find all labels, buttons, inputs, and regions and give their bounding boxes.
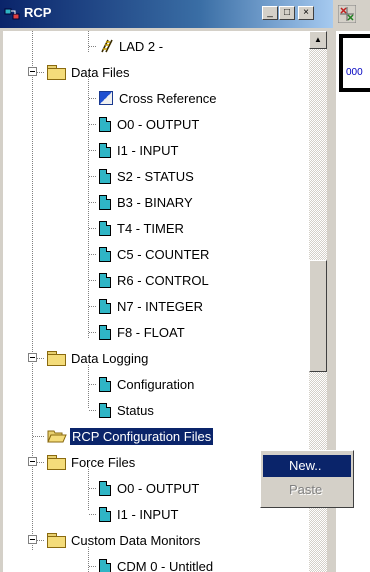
title-bar[interactable]: RCP _ □ × [0,0,333,28]
close-button[interactable]: × [298,6,314,20]
rung-box [339,34,370,92]
tree-item-label: Cross Reference [119,90,217,106]
tree-item-force-files[interactable]: Force Files [28,451,135,473]
tree-item-cdm-0-untitled[interactable]: CDM 0 - Untitled [89,555,213,572]
tree-item-cross-reference[interactable]: Cross Reference [89,87,217,109]
tree-item-n7-integer[interactable]: N7 - INTEGER [89,295,203,317]
scrollbar-thumb[interactable] [309,260,327,372]
tree-item-r6-control[interactable]: R6 - CONTROL [89,269,209,291]
cross-reference-icon [99,91,113,105]
tree-item-label: Status [117,402,154,418]
data-file-icon [99,168,111,184]
tree-item-configuration[interactable]: Configuration [89,373,194,395]
tree-item-label: Configuration [117,376,195,392]
tree-item-label: F8 - FLOAT [117,324,185,340]
tree-item-b3-binary[interactable]: B3 - BINARY [89,191,193,213]
tree-item-custom-data-monitors[interactable]: Custom Data Monitors [28,529,200,551]
tree-item-label: Custom Data Monitors [71,532,201,548]
data-file-icon [99,298,111,314]
tree-item-s2-status[interactable]: S2 - STATUS [89,165,194,187]
tree-item-data-files[interactable]: Data Files [28,61,130,83]
data-file-icon [99,558,111,572]
tree-item-t4-timer[interactable]: T4 - TIMER [89,217,184,239]
tree-connector [32,31,33,551]
tree-item-i1-input[interactable]: I1 - INPUT [89,139,178,161]
rung-number: 000 [346,67,363,78]
rcp-app-icon [4,8,20,20]
tree-item-label: C5 - COUNTER [117,246,210,262]
minimize-button[interactable]: _ [262,6,278,20]
tree-item-label: N7 - INTEGER [117,298,203,314]
tree-item-label: LAD 2 - [119,38,164,54]
tree-item-force-o0-output[interactable]: O0 - OUTPUT [89,477,199,499]
folder-icon [47,533,66,548]
folder-icon [47,65,66,80]
collapse-toggle-icon[interactable] [28,67,37,76]
data-file-icon [99,272,111,288]
context-menu-new[interactable]: New.. [263,455,351,477]
open-folder-icon [47,430,67,443]
data-file-icon [99,142,111,158]
data-file-icon [99,116,111,132]
maximize-button[interactable]: □ [279,6,295,20]
data-file-icon [99,480,111,496]
tree-item-data-logging[interactable]: Data Logging [28,347,148,369]
folder-icon [47,455,66,470]
data-file-icon [99,220,111,236]
data-file-icon [99,402,111,418]
tree-item-label: T4 - TIMER [117,220,184,236]
data-file-icon [99,324,111,340]
tree-item-lad-2[interactable]: LAD 2 - [89,35,163,57]
ladder-window-icon [338,5,356,23]
ladder-icon [101,39,113,53]
tree-item-label: Data Files [71,64,130,80]
data-file-icon [99,194,111,210]
folder-icon [47,351,66,366]
collapse-toggle-icon[interactable] [28,535,37,544]
window-title: RCP [24,5,52,20]
data-file-icon [99,376,111,392]
scroll-up-arrow-icon[interactable]: ▲ [309,31,327,49]
tree-item-label: CDM 0 - Untitled [117,558,214,572]
tree-item-label: Data Logging [71,350,149,366]
collapse-toggle-icon[interactable] [28,457,37,466]
tree-item-rcp-configuration-files[interactable]: RCP Configuration Files [33,425,215,447]
collapse-toggle-icon[interactable] [28,353,37,362]
tree-item-force-i1-input[interactable]: I1 - INPUT [89,503,178,525]
tree-item-label: B3 - BINARY [117,194,193,210]
data-file-icon [99,506,111,522]
context-menu: New.. Paste [260,450,354,508]
tree-item-c5-counter[interactable]: C5 - COUNTER [89,243,209,265]
tree-item-label: Force Files [71,454,136,470]
tree-item-label: I1 - INPUT [117,142,179,158]
tree-item-label: O0 - OUTPUT [117,480,200,496]
tree-item-o0-output[interactable]: O0 - OUTPUT [89,113,199,135]
tree-item-label: S2 - STATUS [117,168,194,184]
tree-item-status[interactable]: Status [89,399,154,421]
tree-item-label: RCP Configuration Files [68,426,215,446]
tree-item-label: R6 - CONTROL [117,272,209,288]
tree-item-label: I1 - INPUT [117,506,179,522]
tree-item-f8-float[interactable]: F8 - FLOAT [89,321,185,343]
data-file-icon [99,246,111,262]
tree-item-label: O0 - OUTPUT [117,116,200,132]
context-menu-paste[interactable]: Paste [263,479,351,501]
